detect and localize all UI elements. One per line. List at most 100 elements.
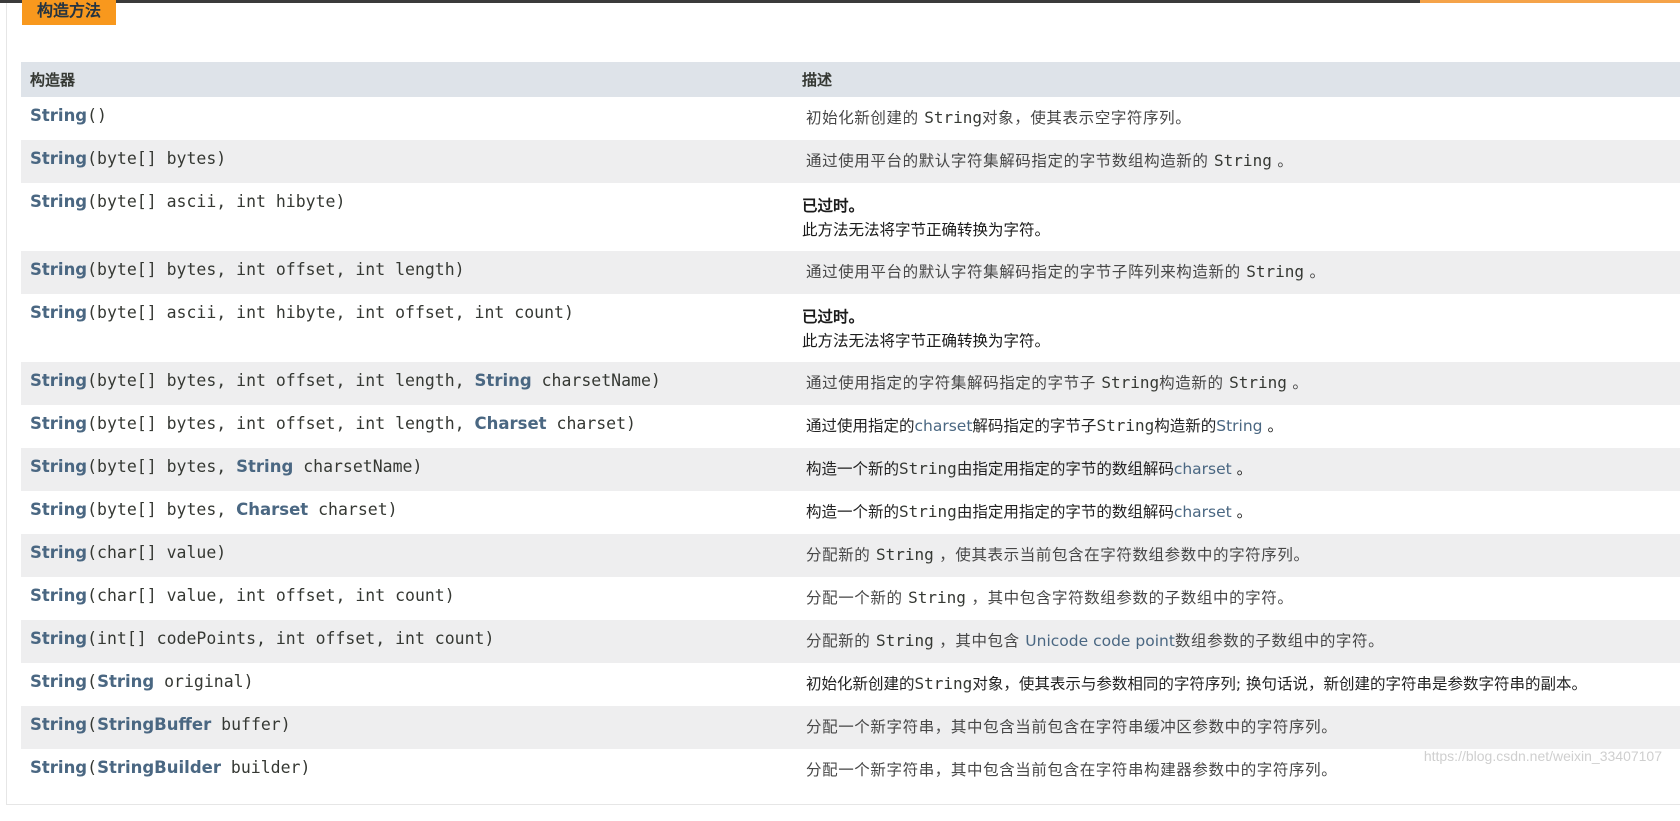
type-link[interactable]: Charset [475,414,547,433]
constructor-cell: String(byte[] bytes, int offset, int len… [21,362,793,405]
type-link[interactable]: Charset [236,500,308,519]
constructor-signature: String(byte[] bytes, int offset, int len… [30,251,784,280]
description-segment: 构造新的 [1154,417,1217,435]
constructor-signature: String(byte[] bytes, String charsetName) [30,448,784,477]
description-segment: 数组参数的子数组中的字符。 [1174,632,1385,650]
table-row: String(char[] value, int offset, int cou… [21,577,1680,620]
description-segment: 对象，使其表示空字符序列。 [982,109,1192,127]
inline-code: String [899,502,957,521]
constructor-cell: String(byte[] ascii, int hibyte) [21,183,793,251]
description-cell: 通过使用平台的默认字符集解码指定的字节子阵列来构造新的 String 。 [793,251,1680,294]
description-segment: 分配一个新字符串，其中包含当前包含在字符串构建器参数中的字符序列。 [806,761,1338,779]
constructor-link[interactable]: String [30,672,87,691]
inline-code: String [875,631,934,650]
constructor-link[interactable]: String [30,543,87,562]
deprecation-note: 已过时。 此方法无法将字节正确转换为字符。 [802,183,1671,242]
watermark: https://blog.csdn.net/weixin_33407107 [1423,748,1662,764]
description-segment: 通过使用平台的默认字符集解码指定的字节数组构造新的 [806,152,1215,170]
signature-text: builder) [220,758,311,777]
constructor-link[interactable]: String [30,192,87,211]
table-row: String(byte[] bytes, int offset, int len… [21,405,1680,448]
description-segment: 。 [1286,374,1309,392]
inline-code: String [1096,416,1155,435]
constructor-link[interactable]: String [30,715,87,734]
inline-code: String [908,588,966,607]
constructor-link[interactable]: String [30,149,87,168]
table-row: String(byte[] ascii, int hibyte, int off… [21,294,1680,362]
constructor-cell: String(StringBuilder builder) [21,749,793,792]
description-text: 通过使用平台的默认字符集解码指定的字节子阵列来构造新的 String 。 [802,251,1671,282]
type-link[interactable]: String [236,457,293,476]
table-row: String(byte[] bytes, int offset, int len… [21,251,1680,294]
inline-code: String [899,459,957,478]
description-cell: 构造一个新的String由指定用指定的字节的数组解码charset 。 [793,491,1680,534]
constructor-signature: String(byte[] ascii, int hibyte) [30,183,784,212]
description-text: 构造一个新的String由指定用指定的字节的数组解码charset 。 [802,491,1671,522]
constructor-cell: String(byte[] bytes) [21,140,793,183]
signature-text: ( [87,758,98,777]
description-link[interactable]: Unicode code point [1025,632,1175,650]
constructor-cell: String(char[] value) [21,534,793,577]
inline-code: String [1246,262,1305,281]
description-cell: 已过时。 此方法无法将字节正确转换为字符。 [793,183,1680,251]
signature-text: charsetName) [293,457,423,476]
type-link[interactable]: String [475,371,532,390]
description-segment: 初始化新创建的 [806,109,925,127]
deprecation-text: 此方法无法将字节正确转换为字符。 [802,332,1051,350]
signature-text: (byte[] ascii, int hibyte, int offset, i… [87,303,574,322]
description-link[interactable]: charset [1174,503,1232,521]
constructor-cell: String(byte[] bytes, String charsetName) [21,448,793,491]
description-text: 初始化新创建的 String对象，使其表示空字符序列。 [802,97,1671,128]
constructor-link[interactable]: String [30,371,87,390]
table-row: String(byte[] bytes, int offset, int len… [21,362,1680,405]
description-link[interactable]: charset [915,417,973,435]
description-segment: 。 [1231,460,1253,478]
description-cell: 通过使用指定的字符集解码指定的字节子 String构造新的 String 。 [793,362,1680,405]
description-cell: 构造一个新的String由指定用指定的字节的数组解码charset 。 [793,448,1680,491]
description-cell: 分配新的 String ，使其表示当前包含在字符数组参数中的字符序列。 [793,534,1680,577]
constructor-link[interactable]: String [30,586,87,605]
constructor-link[interactable]: String [30,457,87,476]
signature-text: (byte[] bytes, [87,457,237,476]
signature-text: charsetName) [531,371,661,390]
constructor-signature: String(byte[] bytes, int offset, int len… [30,362,784,391]
description-cell: 分配一个新的 String ，其中包含字符数组参数的子数组中的字符。 [793,577,1680,620]
description-segment: 解码指定的字节子 [972,417,1097,435]
description-segment: 分配一个新字符串，其中包含当前包含在字符串缓冲区参数中的字符序列。 [806,718,1338,736]
table-row: String(byte[] bytes, Charset charset) 构造一… [21,491,1680,534]
description-segment: 。 [1271,152,1294,170]
constructor-link[interactable]: String [30,303,87,322]
description-cell: 分配新的 String ，其中包含 Unicode code point数组参数… [793,620,1680,663]
deprecated-label: 已过时。 [802,308,865,326]
description-segment: 构造新的 [1159,374,1230,392]
constructor-link[interactable]: String [30,629,87,648]
inline-code: String [914,674,973,693]
signature-text: charset) [546,414,636,433]
constructor-link[interactable]: String [30,414,87,433]
description-segment: 分配新的 [806,546,876,564]
description-segment: 通过使用指定的字符集解码指定的字节子 [806,374,1102,392]
signature-text: (char[] value) [87,543,227,562]
constructor-link[interactable]: String [30,260,87,279]
type-link[interactable]: String [97,672,154,691]
signature-text: ( [87,715,98,734]
description-segment: 由指定用指定的字节的数组解码 [956,460,1174,478]
description-segment: 对象，使其表示与参数相同的字符序列; 换句话说，新创建的字符串是参数字符串的副本… [972,675,1587,693]
type-link[interactable]: StringBuffer [97,715,211,734]
description-text: 分配新的 String ，其中包含 Unicode code point数组参数… [802,620,1671,651]
constructor-link[interactable]: String [30,500,87,519]
description-cell: 通过使用平台的默认字符集解码指定的字节数组构造新的 String 。 [793,140,1680,183]
constructor-signature: String() [30,97,784,126]
description-text: 通过使用指定的字符集解码指定的字节子 String构造新的 String 。 [802,362,1671,393]
constructor-link[interactable]: String [30,106,87,125]
description-link[interactable]: String [1216,417,1262,435]
description-link[interactable]: charset [1174,460,1232,478]
constructor-cell: String(StringBuffer buffer) [21,706,793,749]
description-text: 分配新的 String ，使其表示当前包含在字符数组参数中的字符序列。 [802,534,1671,565]
description-segment: ，其中包含 [933,632,1026,650]
description-cell: 初始化新创建的 String对象，使其表示空字符序列。 [793,97,1680,140]
constructor-signature: String(byte[] bytes, int offset, int len… [30,405,784,434]
constructor-link[interactable]: String [30,758,87,777]
description-text: 分配一个新字符串，其中包含当前包含在字符串缓冲区参数中的字符序列。 [802,706,1671,737]
type-link[interactable]: StringBuilder [97,758,221,777]
